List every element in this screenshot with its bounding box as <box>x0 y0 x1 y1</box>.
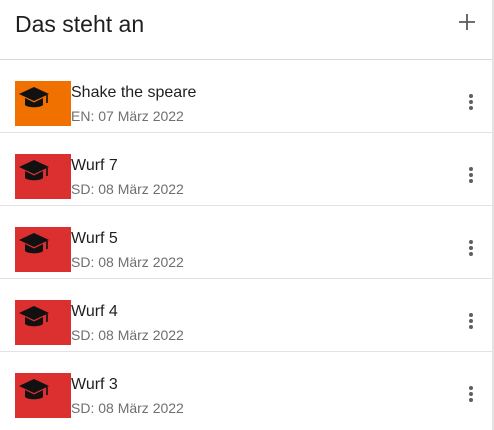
graduation-cap-icon <box>19 306 49 327</box>
more-vert-icon[interactable] <box>464 240 478 260</box>
item-title: Wurf 5 <box>71 230 118 247</box>
list-item[interactable]: Wurf 3 SD: 08 März 2022 <box>0 352 492 424</box>
item-thumbnail <box>15 300 71 345</box>
graduation-cap-icon <box>19 233 49 254</box>
more-vert-icon[interactable] <box>464 94 478 114</box>
list-item[interactable]: Wurf 4 SD: 08 März 2022 <box>0 279 492 352</box>
item-date: SD: 08 März 2022 <box>71 254 184 270</box>
more-vert-icon[interactable] <box>464 313 478 333</box>
list-item[interactable]: Wurf 7 SD: 08 März 2022 <box>0 133 492 206</box>
list-item[interactable]: Shake the speare EN: 07 März 2022 <box>0 60 492 133</box>
item-thumbnail <box>15 81 71 126</box>
graduation-cap-icon <box>19 379 49 400</box>
add-button[interactable] <box>456 11 478 33</box>
item-date: SD: 08 März 2022 <box>71 400 184 416</box>
item-date: SD: 08 März 2022 <box>71 181 184 197</box>
item-title: Wurf 7 <box>71 157 118 174</box>
panel-title: Das steht an <box>15 11 145 37</box>
item-thumbnail <box>15 227 71 272</box>
item-date: SD: 08 März 2022 <box>71 327 184 343</box>
graduation-cap-icon <box>19 160 49 181</box>
graduation-cap-icon <box>19 87 49 108</box>
agenda-list: Shake the speare EN: 07 März 2022 Wurf 7… <box>0 60 492 424</box>
more-vert-icon[interactable] <box>464 167 478 187</box>
panel-header: Das steht an <box>0 0 494 60</box>
item-title: Shake the speare <box>71 84 197 101</box>
more-vert-icon[interactable] <box>464 386 478 406</box>
item-thumbnail <box>15 154 71 199</box>
item-date: EN: 07 März 2022 <box>71 108 184 124</box>
item-thumbnail <box>15 373 71 418</box>
item-title: Wurf 4 <box>71 303 118 320</box>
plus-icon <box>459 14 475 30</box>
item-title: Wurf 3 <box>71 376 118 393</box>
agenda-panel: Das steht an Shake the speare EN: 07 Mär… <box>0 0 494 430</box>
list-item[interactable]: Wurf 5 SD: 08 März 2022 <box>0 206 492 279</box>
